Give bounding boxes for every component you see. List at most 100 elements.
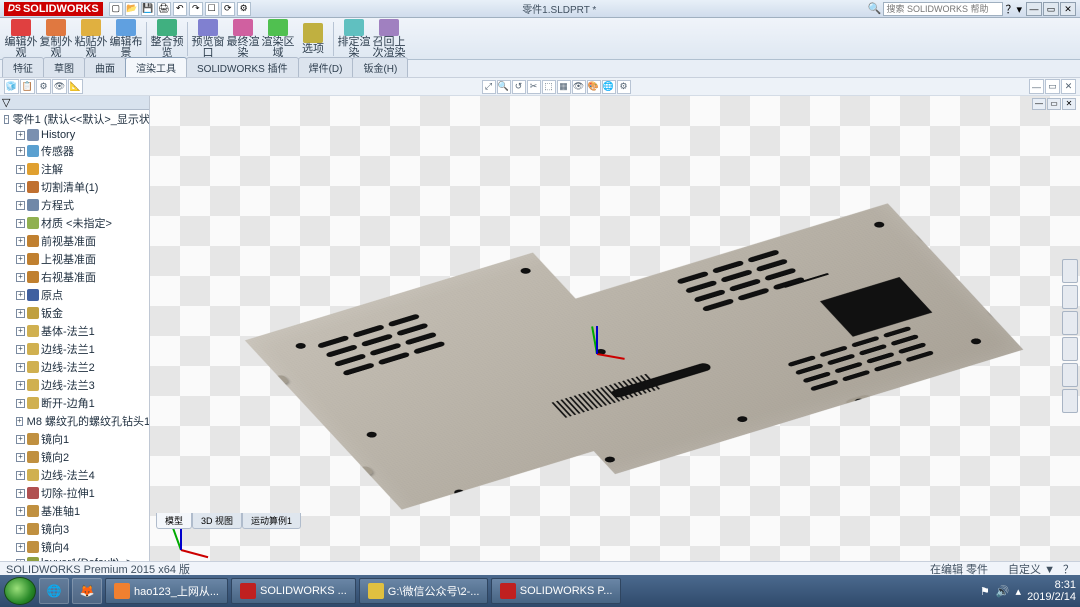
tree-expand-icon[interactable]: + [16, 291, 25, 300]
qat-options-icon[interactable]: ⚙ [237, 2, 251, 16]
graphics-viewport[interactable]: — ▭ ✕ 模型3D 视图运动算例1 [150, 96, 1080, 575]
minimize-button[interactable]: — [1026, 2, 1042, 16]
tree-item[interactable]: +上视基准面 [4, 250, 149, 268]
view-settings-icon[interactable]: ⚙ [617, 80, 631, 94]
ribbon-选项[interactable]: 选项 [296, 19, 330, 59]
tree-expand-icon[interactable]: + [16, 381, 25, 390]
tree-expand-icon[interactable]: + [16, 327, 25, 336]
tab-特征[interactable]: 特征 [2, 57, 44, 77]
maximize-button[interactable]: ▭ [1043, 2, 1059, 16]
sheet-metal-part[interactable] [244, 157, 1023, 533]
view-previous-icon[interactable]: ↺ [512, 80, 526, 94]
taskbar-item[interactable]: SOLIDWORKS P... [491, 578, 621, 604]
view-zoom-fit-icon[interactable]: ⤢ [482, 80, 496, 94]
tab-焊件(D)[interactable]: 焊件(D) [298, 57, 354, 77]
tree-expand-icon[interactable]: + [16, 147, 25, 156]
tree-item[interactable]: +切割清单(1) [4, 178, 149, 196]
taskbar-item[interactable]: SOLIDWORKS ... [231, 578, 356, 604]
fm-tab-config-icon[interactable]: ⚙ [36, 79, 51, 94]
tree-item[interactable]: +镜向2 [4, 448, 149, 466]
tree-expand-icon[interactable]: + [16, 435, 25, 444]
tray-flag-icon[interactable]: ⚑ [980, 585, 990, 598]
tree-expand-icon[interactable]: + [16, 525, 25, 534]
tree-item[interactable]: +右视基准面 [4, 268, 149, 286]
tree-expand-icon[interactable]: + [16, 255, 25, 264]
help-dropdown-icon[interactable]: ？▾ [1005, 1, 1022, 17]
taskpane-property-icon[interactable] [1062, 389, 1078, 413]
ribbon-整合预览[interactable]: 整合预览 [150, 19, 184, 59]
tree-item[interactable]: +方程式 [4, 196, 149, 214]
tree-filter-bar[interactable]: ▽ [0, 96, 149, 110]
mode-tab-模型[interactable]: 模型 [156, 513, 192, 529]
taskbar-pin[interactable]: 🦊 [72, 578, 102, 604]
tree-root-label[interactable]: 零件1 (默认<<默认>_显示状态 [13, 111, 150, 127]
tree-item[interactable]: +基准轴1 [4, 502, 149, 520]
qat-open-icon[interactable]: 📂 [125, 2, 139, 16]
tree-item[interactable]: +前视基准面 [4, 232, 149, 250]
viewport-close-icon[interactable]: ✕ [1062, 98, 1076, 110]
viewport-min-icon[interactable]: — [1032, 98, 1046, 110]
tree-expand-icon[interactable]: + [16, 237, 25, 246]
tree-item[interactable]: +镜向1 [4, 430, 149, 448]
help-search-input[interactable] [883, 2, 1003, 16]
ribbon-排定渲染[interactable]: 排定渲染 [337, 19, 371, 59]
tree-expand-icon[interactable]: + [16, 201, 25, 210]
view-hide-show-icon[interactable]: 👁 [572, 80, 586, 94]
tree-expand-icon[interactable]: + [16, 183, 25, 192]
feature-manager-tree[interactable]: ▽ -零件1 (默认<<默认>_显示状态+History+传感器+注解+切割清单… [0, 96, 150, 575]
tree-item[interactable]: +镜向3 [4, 520, 149, 538]
qat-select-icon[interactable]: ☐ [205, 2, 219, 16]
tree-expand-icon[interactable]: + [16, 165, 25, 174]
panel-max-icon[interactable]: ▭ [1045, 79, 1060, 94]
start-button[interactable] [4, 577, 36, 605]
tab-钣金(H)[interactable]: 钣金(H) [352, 57, 408, 77]
tree-expand-icon[interactable]: + [16, 131, 25, 140]
tree-item[interactable]: +传感器 [4, 142, 149, 160]
ribbon-最终渲染[interactable]: 最终渲染 [226, 19, 260, 59]
taskbar-item[interactable]: hao123_上网从... [105, 578, 228, 604]
tab-曲面[interactable]: 曲面 [84, 57, 126, 77]
taskbar-item[interactable]: G:\微信公众号\2-... [359, 578, 489, 604]
panel-min-icon[interactable]: — [1029, 79, 1044, 94]
tree-item[interactable]: +切除-拉伸1 [4, 484, 149, 502]
tree-expand-icon[interactable]: + [16, 471, 25, 480]
view-display-style-icon[interactable]: ▦ [557, 80, 571, 94]
tab-SOLIDWORKS 插件[interactable]: SOLIDWORKS 插件 [186, 57, 299, 77]
system-tray[interactable]: ⚑ 🔊 ▴ 8:31 2019/2/14 [980, 579, 1076, 603]
tree-item[interactable]: +M8 螺纹孔的螺纹孔钻头1 [4, 412, 149, 430]
mode-tab-运动算例1[interactable]: 运动算例1 [242, 513, 301, 529]
tree-item[interactable]: +基体-法兰1 [4, 322, 149, 340]
viewport-max-icon[interactable]: ▭ [1047, 98, 1061, 110]
tree-expand-icon[interactable]: + [16, 273, 25, 282]
fm-tab-dim-icon[interactable]: 📐 [68, 79, 83, 94]
fm-tab-feature-icon[interactable]: 🧊 [4, 79, 19, 94]
view-appearance-icon[interactable]: 🎨 [587, 80, 601, 94]
tab-草图[interactable]: 草图 [43, 57, 85, 77]
panel-close-icon[interactable]: ✕ [1061, 79, 1076, 94]
tree-expand-icon[interactable]: + [16, 543, 25, 552]
tree-item[interactable]: +边线-法兰2 [4, 358, 149, 376]
ribbon-编辑布景[interactable]: 编辑布景 [109, 19, 143, 59]
tree-item[interactable]: +原点 [4, 286, 149, 304]
ribbon-预览窗口[interactable]: 预览窗口 [191, 19, 225, 59]
tray-chevron-icon[interactable]: ▴ [1016, 585, 1022, 598]
view-zoom-area-icon[interactable]: 🔍 [497, 80, 511, 94]
fm-tab-display-icon[interactable]: 👁 [52, 79, 67, 94]
qat-undo-icon[interactable]: ↶ [173, 2, 187, 16]
view-orientation-icon[interactable]: ⬚ [542, 80, 556, 94]
qat-save-icon[interactable]: 💾 [141, 2, 155, 16]
taskpane-library-icon[interactable] [1062, 285, 1078, 309]
tree-item[interactable]: +材质 <未指定> [4, 214, 149, 232]
qat-print-icon[interactable]: 🖨 [157, 2, 171, 16]
tree-item[interactable]: +镜向4 [4, 538, 149, 556]
tree-item[interactable]: +边线-法兰3 [4, 376, 149, 394]
taskbar-pin[interactable]: 🌐 [39, 578, 69, 604]
qat-rebuild-icon[interactable]: ⟳ [221, 2, 235, 16]
ribbon-编辑外观[interactable]: 编辑外观 [4, 19, 38, 59]
qat-redo-icon[interactable]: ↷ [189, 2, 203, 16]
tree-expand-icon[interactable]: + [16, 417, 23, 426]
taskpane-resources-icon[interactable] [1062, 259, 1078, 283]
taskpane-view-icon[interactable] [1062, 337, 1078, 361]
mode-tab-3D 视图[interactable]: 3D 视图 [192, 513, 242, 529]
fm-tab-property-icon[interactable]: 📋 [20, 79, 35, 94]
